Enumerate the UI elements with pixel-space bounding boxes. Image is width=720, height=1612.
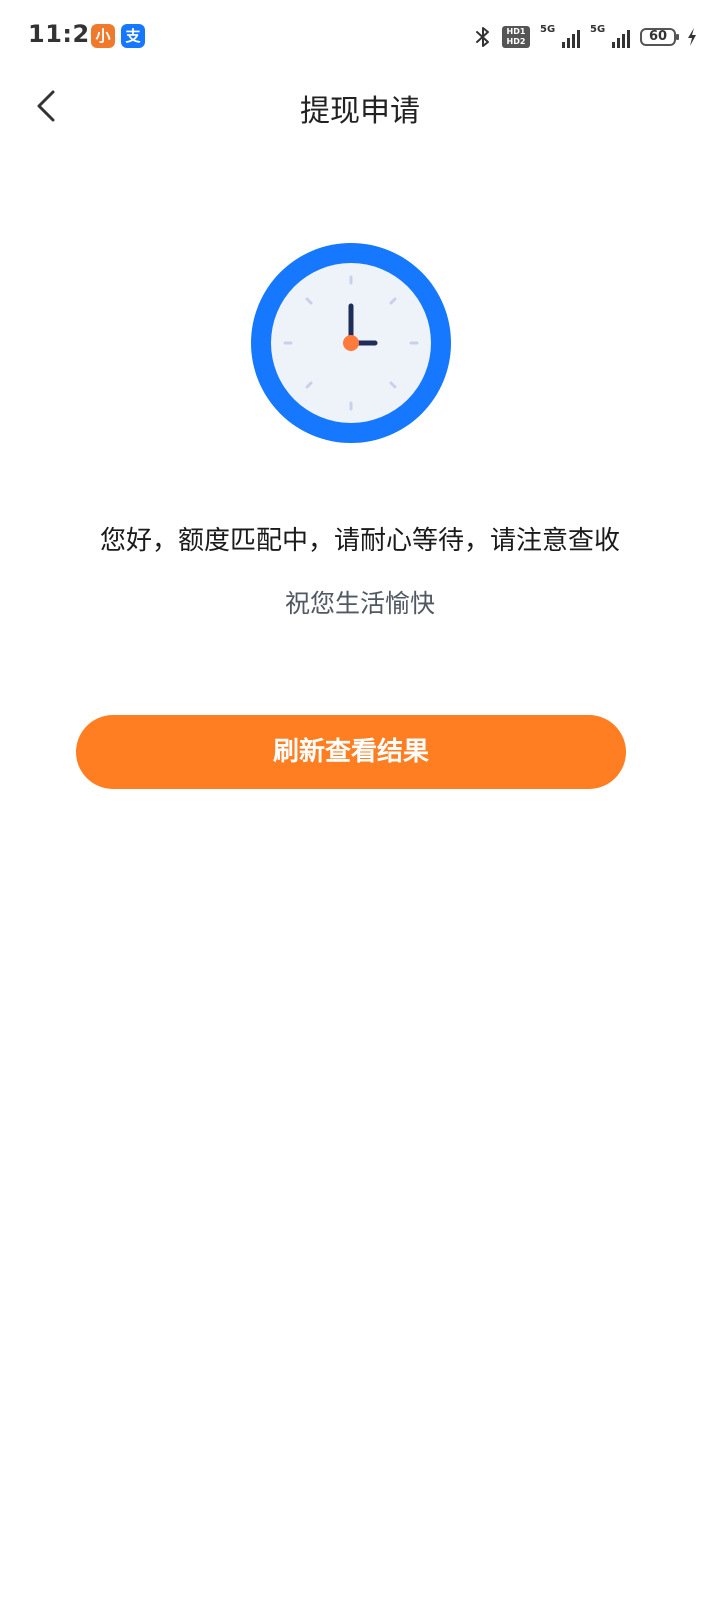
signal-1-icon: 5G bbox=[540, 24, 580, 50]
app-notification-icon: 小 bbox=[91, 24, 115, 48]
signal-2-icon: 5G bbox=[590, 24, 630, 50]
page-title: 提现申请 bbox=[300, 94, 420, 129]
signal-1-label: 5G bbox=[540, 24, 556, 35]
alipay-notification-icon: 支 bbox=[121, 24, 145, 48]
status-message: 您好，额度匹配中，请耐心等待，请注意查收 bbox=[99, 526, 620, 556]
hd-voice-icon: HD1 HD2 bbox=[502, 26, 530, 48]
status-bar: 11:20 小 支 HD1 HD2 5G 5G 60 bbox=[0, 0, 720, 74]
refresh-button[interactable]: 刷新查看结果 bbox=[76, 715, 626, 789]
status-indicators: HD1 HD2 5G 5G 60 bbox=[474, 22, 698, 52]
charging-icon bbox=[688, 28, 696, 46]
clock-icon bbox=[251, 243, 451, 443]
greeting-message: 祝您生活愉快 bbox=[284, 589, 435, 618]
battery-icon: 60 bbox=[640, 28, 679, 46]
signal-2-label: 5G bbox=[590, 24, 606, 35]
bluetooth-icon bbox=[476, 27, 489, 47]
